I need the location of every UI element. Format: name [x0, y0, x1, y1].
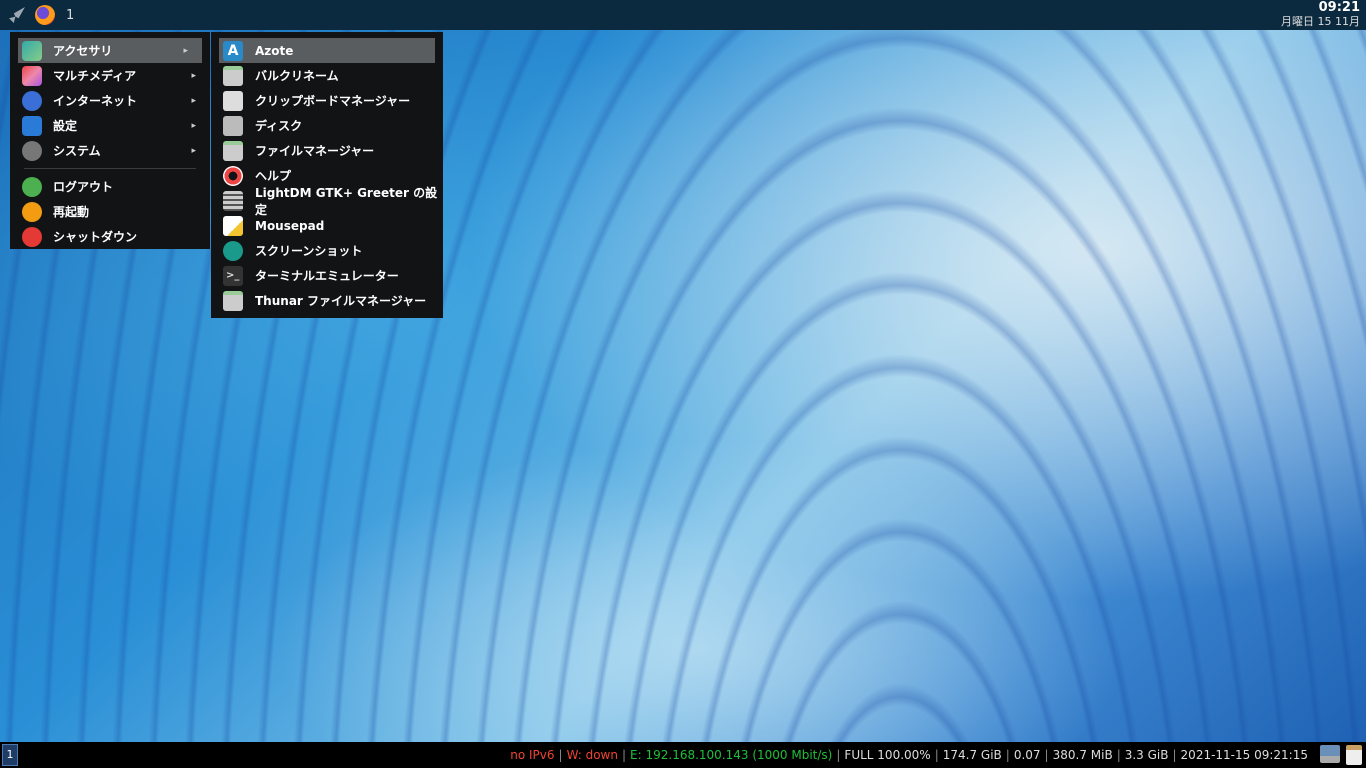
submenu-item-label: バルクリネーム [255, 69, 339, 83]
menu-item-shutdown[interactable]: シャットダウン [10, 224, 210, 249]
submenu-arrow-icon: ▸ [191, 95, 196, 106]
menu-item-label: 再起動 [53, 205, 90, 219]
wireless-status: W: down [566, 748, 618, 762]
submenu-item-file-manager[interactable]: ファイルマネージャー [211, 138, 443, 163]
menu-item-internet[interactable]: インターネット ▸ [10, 88, 210, 113]
shutdown-icon [22, 226, 42, 247]
battery-status: FULL 100.00% [844, 748, 931, 762]
network-icon[interactable] [1320, 745, 1340, 763]
thunar-icon [223, 290, 243, 311]
internet-icon [22, 90, 42, 111]
menu-separator [24, 168, 196, 169]
top-panel: 1 09:21 月曜日 15 11月 [0, 0, 1366, 30]
submenu-item-label: Azote [255, 43, 294, 58]
clock-time: 09:21 [1318, 0, 1360, 15]
menu-item-restart[interactable]: 再起動 [10, 199, 210, 224]
submenu-item-label: Thunar ファイルマネージャー [255, 294, 427, 308]
submenu-arrow-icon: ▸ [191, 120, 196, 131]
submenu-item-lightdm-settings[interactable]: LightDM GTK+ Greeter の設定 [211, 186, 443, 217]
submenu-item-label: LightDM GTK+ Greeter の設定 [255, 185, 438, 217]
load-status: 0.07 [1013, 748, 1041, 762]
bulk-rename-icon [223, 65, 243, 86]
terminal-icon: >_ [223, 265, 243, 286]
screenshot-icon [223, 240, 243, 261]
submenu-item-label: クリップボードマネージャー [255, 94, 411, 108]
submenu-item-label: スクリーンショット [255, 244, 363, 258]
submenu-item-label: ファイルマネージャー [255, 144, 375, 158]
submenu-item-screenshot[interactable]: スクリーンショット [211, 238, 443, 263]
menu-item-settings[interactable]: 設定 ▸ [10, 113, 210, 138]
status-bar: 1 no IPv6 | W: down | E: 192.168.100.143… [0, 742, 1366, 768]
menu-item-label: システム [53, 144, 101, 158]
workspace-button[interactable]: 1 [2, 744, 18, 766]
menu-item-system[interactable]: システム ▸ [10, 138, 210, 163]
datetime-status: 2021-11-15 09:21:15 [1180, 748, 1308, 762]
lightdm-icon [223, 190, 243, 211]
menu-item-label: ログアウト [53, 180, 114, 194]
submenu-arrow-icon: ▸ [183, 45, 188, 56]
system-tray [1320, 745, 1362, 765]
accessories-icon [22, 40, 42, 61]
menu-item-label: 設定 [53, 119, 78, 133]
workspace-indicator[interactable]: 1 [66, 8, 74, 23]
restart-icon [22, 201, 42, 222]
menu-item-label: シャットダウン [53, 230, 138, 244]
submenu-item-clipboard-manager[interactable]: クリップボードマネージャー [211, 88, 443, 113]
multimedia-icon [22, 65, 42, 86]
submenu-item-label: ターミナルエミュレーター [255, 269, 399, 283]
firefox-icon [35, 5, 55, 25]
clock[interactable]: 09:21 月曜日 15 11月 [1281, 0, 1360, 29]
system-icon [22, 140, 42, 161]
menu-item-multimedia[interactable]: マルチメディア ▸ [10, 63, 210, 88]
submenu-item-label: Mousepad [255, 218, 325, 233]
ipv6-status: no IPv6 [510, 748, 555, 762]
menu-item-logout[interactable]: ログアウト [10, 174, 210, 199]
firefox-launcher[interactable] [34, 4, 56, 26]
rocket-icon [9, 7, 25, 23]
file-manager-icon [223, 140, 243, 161]
ethernet-status: E: 192.168.100.143 (1000 Mbit/s) [630, 748, 833, 762]
submenu-item-azote[interactable]: A Azote [219, 38, 435, 63]
clipboard-manager-icon [223, 90, 243, 111]
disk-icon [223, 115, 243, 136]
logout-icon [22, 176, 42, 197]
memory-used-status: 380.7 MiB [1052, 748, 1113, 762]
submenu-arrow-icon: ▸ [191, 70, 196, 81]
azote-icon: A [223, 40, 243, 61]
accessories-submenu: A Azote バルクリネーム クリップボードマネージャー ディスク ファイルマ… [211, 32, 443, 318]
menu-item-label: アクセサリ [53, 44, 113, 58]
settings-icon [22, 115, 42, 136]
submenu-item-bulk-rename[interactable]: バルクリネーム [211, 63, 443, 88]
submenu-item-thunar[interactable]: Thunar ファイルマネージャー [211, 288, 443, 313]
disk-status: 174.7 GiB [942, 748, 1002, 762]
app-launcher-button[interactable] [6, 4, 28, 26]
application-menu: アクセサリ ▸ マルチメディア ▸ インターネット ▸ 設定 ▸ システム ▸ … [10, 32, 210, 249]
menu-item-accessories[interactable]: アクセサリ ▸ [18, 38, 202, 63]
status-blocks: no IPv6 | W: down | E: 192.168.100.143 (… [506, 748, 1312, 762]
menu-item-label: マルチメディア [53, 69, 137, 83]
submenu-item-terminal[interactable]: >_ ターミナルエミュレーター [211, 263, 443, 288]
clock-date: 月曜日 15 11月 [1281, 15, 1360, 28]
memory-total-status: 3.3 GiB [1124, 748, 1169, 762]
submenu-item-label: ヘルプ [255, 169, 292, 183]
submenu-arrow-icon: ▸ [191, 145, 196, 156]
clipboard-icon[interactable] [1346, 745, 1362, 765]
menu-item-label: インターネット [53, 94, 138, 108]
help-icon [223, 165, 243, 186]
submenu-item-disk[interactable]: ディスク [211, 113, 443, 138]
submenu-item-label: ディスク [255, 119, 303, 133]
mousepad-icon [223, 215, 243, 236]
